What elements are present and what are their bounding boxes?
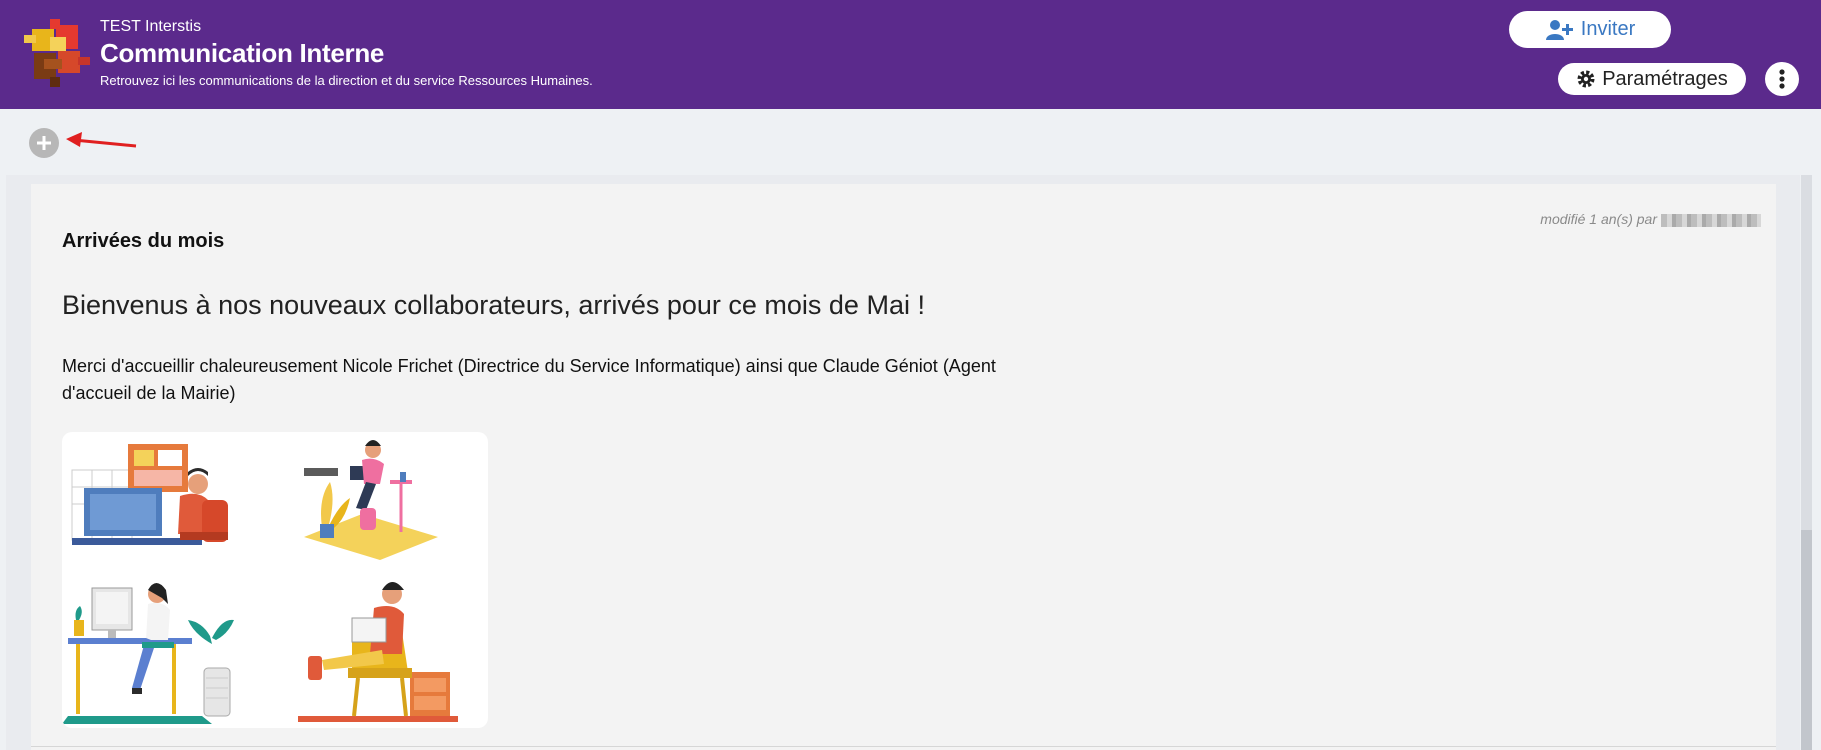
post-illustration: [62, 432, 488, 728]
add-post-button[interactable]: [29, 128, 59, 158]
scrollbar-thumb[interactable]: [1801, 530, 1812, 750]
illustration-image: [62, 440, 458, 724]
page-title: Communication Interne: [100, 38, 385, 68]
organization-name: TEST Interstis: [100, 18, 202, 35]
invite-button[interactable]: Inviter: [1509, 11, 1671, 48]
author-name-redacted: [1661, 213, 1761, 227]
modified-label: modifié 1 an(s) par: [1540, 211, 1657, 227]
plus-icon: [37, 136, 51, 150]
post-body: Merci d'accueillir chaleureusement Nicol…: [62, 356, 996, 403]
toolbar: [0, 109, 1821, 175]
more-vertical-icon: [1779, 69, 1785, 89]
user-plus-icon: [1545, 19, 1573, 40]
post-title: Arrivées du mois: [62, 230, 225, 252]
post-card-divider: [31, 746, 1776, 747]
settings-button[interactable]: Paramétrages: [1558, 63, 1746, 95]
modified-info: modifié 1 an(s) par: [1540, 211, 1761, 227]
invite-label: Inviter: [1580, 18, 1636, 40]
app-header: TEST Interstis Communication Interne Ret…: [0, 0, 1821, 109]
puzzle-logo: [24, 19, 90, 87]
gear-icon: [1577, 70, 1595, 88]
red-arrow-annotation: [66, 132, 137, 148]
settings-label: Paramétrages: [1602, 67, 1728, 90]
post-headline: Bienvenus à nos nouveaux collaborateurs,…: [62, 290, 925, 320]
more-options-button[interactable]: [1765, 62, 1799, 96]
page-subtitle: Retrouvez ici les communications de la d…: [100, 73, 593, 88]
